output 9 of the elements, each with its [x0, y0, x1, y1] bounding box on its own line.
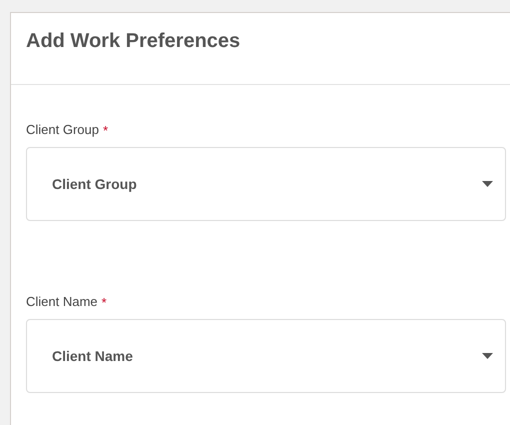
card-title: Add Work Preferences — [26, 29, 240, 54]
field-label: Client Name — [26, 293, 98, 312]
select-field[interactable]: Client Name — [26, 319, 506, 393]
dropdown-caret-icon — [482, 353, 493, 359]
required-mark: * — [102, 124, 108, 136]
dropdown-caret-icon — [482, 181, 493, 187]
select-field[interactable]: Client Group — [26, 147, 506, 221]
field-label: Client Group — [26, 121, 99, 140]
required-mark: * — [102, 296, 107, 308]
